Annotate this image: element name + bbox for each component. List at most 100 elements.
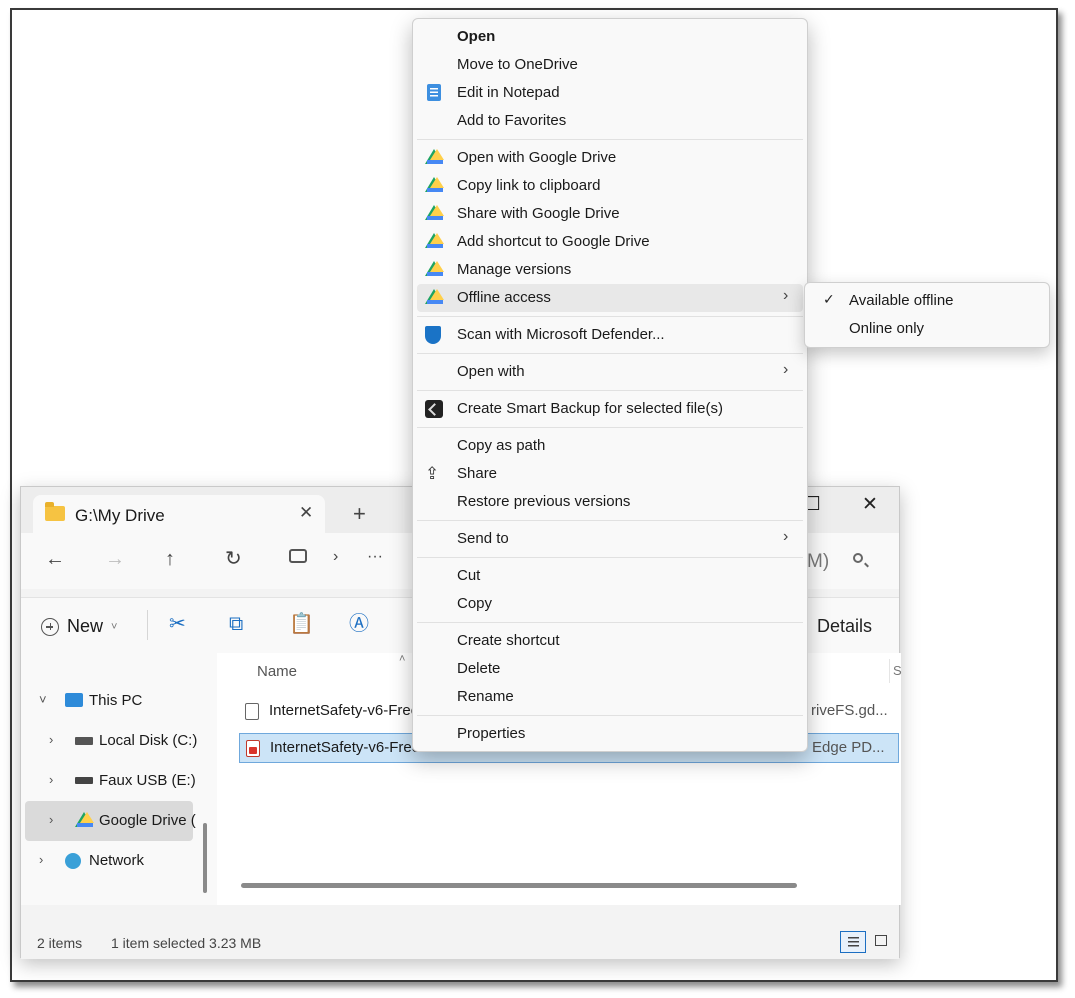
column-header-size[interactable]: S	[893, 663, 902, 678]
details-view-button[interactable]	[840, 931, 866, 953]
menu-item-delete[interactable]: Delete	[417, 655, 803, 683]
chevron-right-icon[interactable]: ›	[49, 812, 53, 827]
sidebar-item-local-disk[interactable]: › Local Disk (C:)	[25, 721, 197, 761]
chevron-right-icon: ›	[783, 528, 789, 545]
menu-item-restore-previous-versions[interactable]: Restore previous versions	[417, 488, 803, 516]
details-button[interactable]: Details	[817, 616, 872, 637]
menu-item-label: Open with	[457, 363, 525, 380]
menu-item-label: Manage versions	[457, 261, 572, 278]
menu-item-label: Delete	[457, 660, 501, 677]
menu-separator	[417, 622, 803, 623]
tab-my-drive[interactable]: G:\My Drive ✕	[33, 495, 325, 533]
sidebar-item-network[interactable]: › Network	[25, 841, 193, 881]
menu-item-create-shortcut[interactable]: Create shortcut	[417, 627, 803, 655]
menu-item-cut[interactable]: Cut	[417, 562, 803, 590]
sort-caret-icon: ˄	[399, 653, 406, 665]
menu-item-label: Share with Google Drive	[457, 205, 620, 222]
menu-item-label: Add shortcut to Google Drive	[457, 233, 650, 250]
folder-icon	[45, 502, 65, 521]
menu-item-properties[interactable]: Properties	[417, 720, 803, 748]
chevron-right-icon[interactable]: ›	[49, 732, 53, 747]
menu-item-label: Send to	[457, 530, 509, 547]
usb-drive-icon	[75, 777, 93, 784]
column-header-name[interactable]: Name	[257, 663, 297, 680]
menu-separator	[417, 139, 803, 140]
menu-item-share-with-google-drive[interactable]: Share with Google Drive	[417, 200, 803, 228]
menu-item-scan-with-defender[interactable]: Scan with Microsoft Defender...	[417, 321, 803, 349]
this-pc-icon	[289, 549, 307, 563]
sidebar-item-this-pc[interactable]: ˅ This PC	[25, 681, 193, 721]
menu-item-edit-in-notepad[interactable]: Edit in Notepad	[417, 79, 803, 107]
menu-item-add-to-favorites[interactable]: Add to Favorites	[417, 107, 803, 135]
menu-item-copy-link[interactable]: Copy link to clipboard	[417, 172, 803, 200]
menu-separator	[417, 390, 803, 391]
menu-item-open-with[interactable]: Open with ›	[417, 358, 803, 386]
window-close-button[interactable]: ✕	[862, 493, 878, 516]
up-arrow-icon[interactable]: ↑	[165, 549, 175, 569]
search-icon[interactable]	[853, 553, 863, 563]
smart-backup-icon	[425, 400, 443, 418]
sidebar-item-label: Local Disk (C:)	[99, 732, 198, 749]
chevron-right-icon[interactable]: ›	[39, 852, 43, 867]
menu-item-move-to-onedrive[interactable]: Move to OneDrive	[417, 51, 803, 79]
refresh-icon[interactable]: ↻	[225, 549, 242, 569]
tab-close-button[interactable]: ✕	[299, 503, 313, 523]
menu-item-rename[interactable]: Rename	[417, 683, 803, 711]
menu-item-manage-versions[interactable]: Manage versions	[417, 256, 803, 284]
rename-icon[interactable]: Ⓐ	[349, 614, 369, 634]
network-icon	[65, 853, 81, 869]
menu-item-copy[interactable]: Copy	[417, 590, 803, 618]
menu-item-open[interactable]: Open	[417, 23, 803, 51]
forward-arrow-icon[interactable]: →	[105, 549, 125, 569]
paste-icon[interactable]: 📋	[289, 614, 314, 634]
menu-item-add-shortcut-to-google-drive[interactable]: Add shortcut to Google Drive	[417, 228, 803, 256]
breadcrumb-chevron-icon[interactable]: ›	[333, 549, 338, 565]
sidebar-item-label: Network	[89, 852, 145, 869]
chevron-right-icon: ›	[783, 361, 789, 378]
breadcrumb-overflow-icon[interactable]: ···	[367, 549, 383, 565]
column-separator[interactable]	[889, 659, 890, 683]
menu-item-label: Create shortcut	[457, 632, 560, 649]
sidebar-scrollbar[interactable]	[203, 823, 207, 893]
menu-item-label: Open with Google Drive	[457, 149, 617, 166]
sidebar-item-label: Google Drive (	[99, 812, 196, 829]
chevron-down-icon: ˅	[111, 620, 118, 633]
menu-item-open-with-google-drive[interactable]: Open with Google Drive	[417, 144, 803, 172]
context-menu: Open Move to OneDrive Edit in Notepad Ad…	[412, 18, 808, 752]
tab-title: G:\My Drive	[75, 506, 165, 525]
horizontal-scrollbar[interactable]	[241, 883, 797, 888]
submenu-item-available-offline[interactable]: ✓ Available offline	[809, 287, 1045, 315]
menu-item-share[interactable]: ⇪ Share	[417, 460, 803, 488]
menu-item-label: Scan with Microsoft Defender...	[457, 326, 665, 343]
chevron-right-icon[interactable]: ›	[49, 772, 53, 787]
tiles-view-button[interactable]	[869, 931, 895, 953]
gdoc-file-icon	[245, 703, 259, 720]
chevron-down-icon[interactable]: ˅	[39, 692, 47, 707]
sidebar-item-faux-usb[interactable]: › Faux USB (E:)	[25, 761, 196, 801]
tiles-view-icon	[875, 935, 887, 946]
menu-item-label: Offline access	[457, 289, 551, 306]
search-box[interactable]: M)	[807, 551, 829, 573]
menu-item-copy-as-path[interactable]: Copy as path	[417, 432, 803, 460]
copy-icon[interactable]: ⧉	[229, 614, 243, 634]
menu-item-smart-backup[interactable]: Create Smart Backup for selected file(s)	[417, 395, 803, 423]
checkmark-icon: ✓	[823, 291, 835, 307]
menu-separator	[417, 520, 803, 521]
google-drive-icon	[75, 812, 94, 827]
google-drive-icon	[425, 289, 444, 307]
submenu-item-label: Online only	[849, 320, 925, 337]
new-button[interactable]: New ˅	[41, 616, 117, 637]
cut-icon[interactable]: ✂	[169, 614, 186, 634]
offline-access-submenu: ✓ Available offline Online only	[804, 282, 1050, 348]
list-view-icon	[848, 937, 859, 947]
pdf-file-icon	[246, 740, 260, 757]
sidebar-item-google-drive[interactable]: › Google Drive (	[25, 801, 196, 841]
submenu-item-label: Available offline	[849, 292, 954, 309]
new-tab-button[interactable]: +	[353, 503, 366, 525]
menu-item-send-to[interactable]: Send to ›	[417, 525, 803, 553]
chevron-right-icon: ›	[783, 287, 789, 304]
defender-shield-icon	[425, 326, 443, 344]
menu-item-offline-access[interactable]: Offline access ›	[417, 284, 803, 312]
submenu-item-online-only[interactable]: Online only	[809, 315, 1045, 343]
back-arrow-icon[interactable]: ←	[45, 549, 65, 569]
